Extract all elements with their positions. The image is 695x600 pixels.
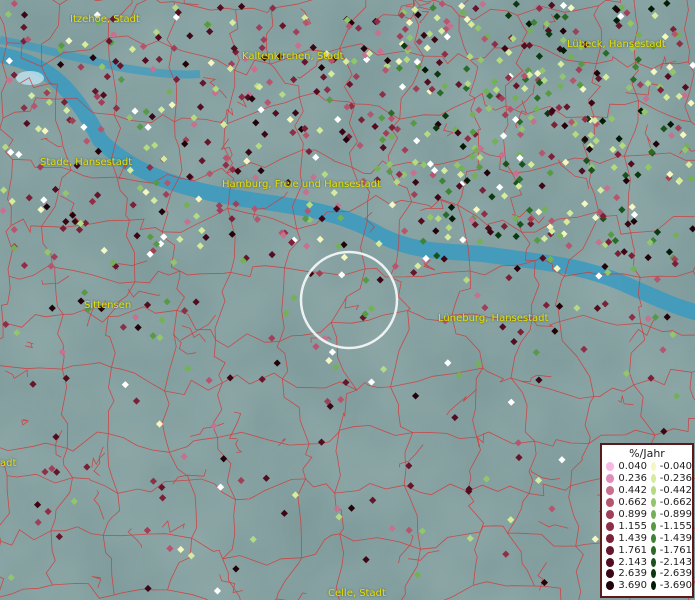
legend-row: 3.690 -3.690 bbox=[602, 580, 692, 592]
legend-positive-entry: 0.899 bbox=[602, 509, 647, 520]
legend-row: 2.639 -2.639 bbox=[602, 568, 692, 580]
legend-negative-entry: -0.662 bbox=[647, 497, 692, 508]
legend-value: -1.761 bbox=[659, 544, 692, 556]
legend-value: 2.639 bbox=[618, 568, 647, 580]
legend-positive-entry: 2.143 bbox=[602, 557, 647, 568]
legend-row: 0.236 -0.236 bbox=[602, 473, 692, 485]
legend-negative-entry: -1.761 bbox=[647, 545, 692, 556]
legend-value: 0.040 bbox=[618, 461, 647, 473]
town-label-celle: Celle, Stadt bbox=[328, 588, 386, 599]
legend-row: 0.899 -0.899 bbox=[602, 509, 692, 521]
town-label-lueneburg: Lüneburg, Hansestadt bbox=[438, 313, 549, 324]
town-label-edge: adt bbox=[0, 458, 17, 469]
legend-value: -2.143 bbox=[659, 556, 692, 568]
legend-value: 0.662 bbox=[618, 497, 647, 509]
legend-rows: 0.040 -0.040 0.236 -0.236 0.442 -0.442 0.662 -0… bbox=[602, 461, 692, 592]
town-label-luebeck: Lübeck, Hansestadt bbox=[567, 39, 666, 50]
town-label-hamburg: Hamburg, Freie und Hansestadt bbox=[222, 179, 381, 190]
legend-positive-entry: 2.639 bbox=[602, 568, 647, 579]
legend-row: 1.439 -1.439 bbox=[602, 532, 692, 544]
legend-value: -3.690 bbox=[659, 580, 692, 592]
legend-negative-entry: -1.155 bbox=[647, 521, 692, 532]
legend-row: 1.155 -1.155 bbox=[602, 520, 692, 532]
legend-swatch bbox=[606, 462, 615, 472]
legend-swatch bbox=[606, 474, 615, 484]
legend-value: 0.899 bbox=[618, 509, 647, 520]
legend-row: 0.442 -0.442 bbox=[602, 485, 692, 497]
town-label-kaltenkirchen: Kaltenkirchen, Stadt bbox=[242, 51, 344, 62]
legend-swatch bbox=[651, 510, 656, 519]
town-label-stade: Stade, Hansestadt bbox=[40, 157, 133, 168]
legend-value: 1.439 bbox=[618, 532, 647, 544]
legend-positive-entry: 0.040 bbox=[602, 461, 647, 472]
legend-swatch bbox=[606, 521, 615, 531]
legend-swatch bbox=[651, 462, 656, 472]
legend-row: 1.761 -1.761 bbox=[602, 544, 692, 556]
legend-value: -1.439 bbox=[659, 532, 692, 544]
legend-positive-entry: 0.662 bbox=[602, 497, 647, 508]
legend-swatch bbox=[606, 510, 615, 519]
legend-value: 1.155 bbox=[618, 520, 647, 532]
legend-swatch bbox=[651, 486, 656, 496]
legend-negative-entry: -0.040 bbox=[647, 461, 692, 472]
legend-swatch bbox=[606, 581, 615, 591]
legend-negative-entry: -3.690 bbox=[647, 580, 692, 591]
legend-row: 0.040 -0.040 bbox=[602, 461, 692, 473]
legend-value: -0.040 bbox=[659, 461, 692, 473]
legend-value: 0.442 bbox=[618, 485, 647, 497]
legend-value: -0.899 bbox=[659, 509, 692, 520]
legend-swatch bbox=[606, 498, 615, 508]
legend-swatch bbox=[651, 545, 656, 555]
legend-positive-entry: 0.236 bbox=[602, 473, 647, 484]
legend-swatch bbox=[651, 581, 656, 591]
legend-value: 1.761 bbox=[618, 544, 647, 556]
legend-positive-entry: 1.439 bbox=[602, 533, 647, 544]
legend-positive-entry: 1.155 bbox=[602, 521, 647, 532]
legend-row: 0.662 -0.662 bbox=[602, 497, 692, 509]
legend: %/Jahr 0.040 -0.040 0.236 -0.236 0.442 -0.442… bbox=[600, 443, 694, 598]
legend-positive-entry: 1.761 bbox=[602, 545, 647, 556]
town-label-sittensen: Sittensen bbox=[84, 300, 132, 311]
legend-negative-entry: -0.442 bbox=[647, 485, 692, 496]
legend-swatch bbox=[651, 557, 656, 567]
legend-row: 2.143 -2.143 bbox=[602, 556, 692, 568]
legend-value: -2.639 bbox=[659, 568, 692, 580]
legend-swatch bbox=[606, 486, 615, 496]
legend-negative-entry: -0.899 bbox=[647, 509, 692, 520]
legend-positive-entry: 3.690 bbox=[602, 580, 647, 591]
legend-swatch bbox=[606, 557, 615, 567]
town-label-itzehoe: Itzehoe, Stadt bbox=[70, 14, 140, 25]
legend-value: 2.143 bbox=[618, 556, 647, 568]
legend-negative-entry: -2.143 bbox=[647, 557, 692, 568]
legend-value: -0.236 bbox=[659, 473, 692, 485]
legend-swatch bbox=[651, 533, 656, 543]
legend-value: 3.690 bbox=[618, 580, 647, 592]
legend-negative-entry: -2.639 bbox=[647, 568, 692, 579]
legend-title: %/Jahr bbox=[629, 447, 665, 460]
legend-swatch bbox=[651, 474, 656, 484]
legend-swatch bbox=[606, 569, 615, 579]
legend-swatch bbox=[606, 533, 615, 543]
legend-value: -0.662 bbox=[659, 497, 692, 509]
legend-swatch bbox=[606, 545, 615, 555]
legend-swatch bbox=[651, 498, 656, 508]
legend-value: 0.236 bbox=[618, 473, 647, 485]
legend-positive-entry: 0.442 bbox=[602, 485, 647, 496]
legend-swatch bbox=[651, 569, 656, 579]
legend-swatch bbox=[651, 521, 656, 531]
legend-negative-entry: -0.236 bbox=[647, 473, 692, 484]
legend-negative-entry: -1.439 bbox=[647, 533, 692, 544]
legend-value: -1.155 bbox=[659, 520, 692, 532]
legend-value: -0.442 bbox=[659, 485, 692, 497]
